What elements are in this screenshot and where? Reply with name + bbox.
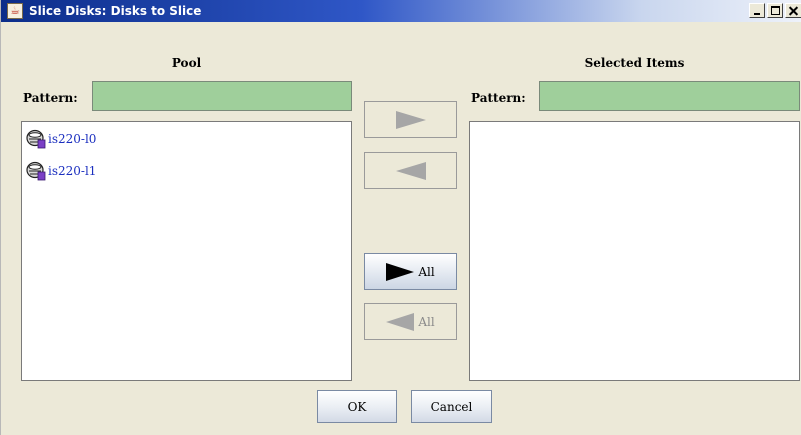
selected-pattern-label: Pattern: bbox=[471, 91, 526, 105]
pool-pattern-label: Pattern: bbox=[23, 91, 78, 105]
ok-button[interactable]: OK bbox=[317, 390, 397, 423]
move-all-left-label: All bbox=[418, 314, 435, 329]
arrow-left-icon bbox=[395, 161, 426, 180]
list-item-label: is220-l0 bbox=[48, 132, 97, 146]
list-item-label: is220-l1 bbox=[48, 164, 97, 178]
arrow-left-icon bbox=[386, 312, 415, 331]
title-bar[interactable]: ☕ Slice Disks: Disks to Slice bbox=[1, 0, 801, 22]
pool-list[interactable]: is220-l0 is220-l1 bbox=[21, 121, 352, 381]
close-button[interactable] bbox=[785, 3, 801, 18]
list-item[interactable]: is220-l0 bbox=[26, 128, 96, 150]
disk-icon bbox=[26, 161, 46, 181]
list-item[interactable]: is220-l1 bbox=[26, 160, 96, 182]
move-all-right-button[interactable]: All bbox=[364, 253, 457, 290]
selected-items-list[interactable] bbox=[469, 121, 800, 381]
move-left-button[interactable] bbox=[364, 152, 457, 189]
pool-pattern-input[interactable] bbox=[92, 81, 352, 111]
move-all-right-label: All bbox=[418, 264, 435, 279]
disk-icon bbox=[26, 129, 46, 149]
selected-items-heading: Selected Items bbox=[584, 56, 685, 70]
java-cup-icon: ☕ bbox=[7, 3, 23, 19]
arrow-right-icon bbox=[395, 110, 426, 129]
arrow-right-icon bbox=[386, 262, 415, 281]
slice-disks-dialog: ☕ Slice Disks: Disks to Slice Pool Patte… bbox=[0, 0, 801, 435]
move-all-left-button[interactable]: All bbox=[364, 303, 457, 340]
selected-pattern-input[interactable] bbox=[539, 81, 800, 111]
move-right-button[interactable] bbox=[364, 101, 457, 138]
minimize-button[interactable] bbox=[749, 3, 765, 18]
window-title: Slice Disks: Disks to Slice bbox=[29, 4, 202, 18]
pool-heading: Pool bbox=[171, 56, 202, 70]
cancel-button[interactable]: Cancel bbox=[411, 390, 492, 423]
maximize-button[interactable] bbox=[767, 3, 783, 18]
